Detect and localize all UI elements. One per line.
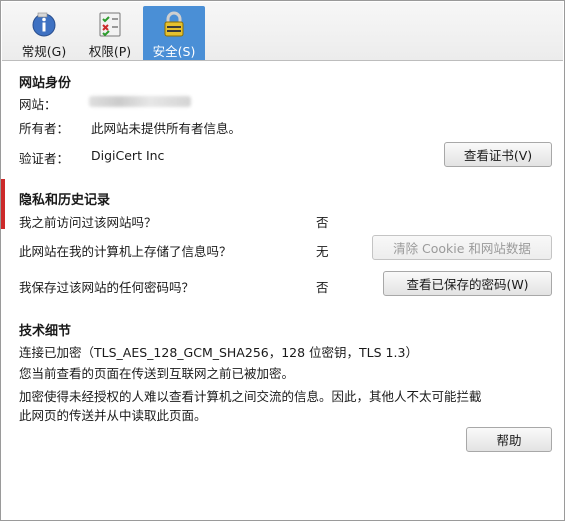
- tab-general-label: 常规(G): [21, 44, 67, 59]
- saved-password-answer: 否: [316, 280, 329, 295]
- view-saved-passwords-button[interactable]: 查看已保存的密码(W): [383, 271, 552, 296]
- tech-explanation-1: 加密使得未经授权的人难以查看计算机之间交流的信息。因此，其他人不太可能拦截: [19, 389, 482, 404]
- page-info-window: 常规(G) 权限(P) 安全(S) 网站身份 网站： 所有者： 此网站未提供所有…: [0, 0, 565, 521]
- stored-info-answer: 无: [316, 244, 329, 259]
- tab-toolbar: 常规(G) 权限(P) 安全(S): [2, 2, 563, 61]
- tech-connection: 连接已加密（TLS_AES_128_GCM_SHA256，128 位密钥，TLS…: [19, 345, 418, 360]
- tab-general[interactable]: 常规(G): [16, 6, 72, 60]
- website-label: 网站：: [19, 97, 57, 112]
- identity-title: 网站身份: [19, 76, 72, 91]
- tech-title: 技术细节: [19, 324, 72, 339]
- saved-password-question: 我保存过该网站的任何密码吗？: [19, 280, 195, 295]
- info-icon: [32, 12, 56, 37]
- verifier-label: 验证者：: [19, 151, 70, 166]
- tech-explanation-2: 此网页的传送并从中读取此页面。: [19, 408, 207, 423]
- owner-label: 所有者：: [19, 121, 70, 136]
- tab-permissions[interactable]: 权限(P): [82, 6, 138, 60]
- tech-encrypted-note: 您当前查看的页面在传送到互联网之前已被加密。: [19, 366, 295, 381]
- tab-permissions-label: 权限(P): [88, 44, 132, 59]
- view-certificate-button[interactable]: 查看证书(V): [444, 142, 552, 167]
- visited-answer: 否: [316, 215, 329, 230]
- window-edge-accent: [1, 179, 5, 229]
- tab-security[interactable]: 安全(S): [143, 6, 205, 60]
- permissions-icon: [99, 12, 121, 37]
- tab-security-label: 安全(S): [152, 44, 196, 59]
- lock-icon: [164, 11, 184, 37]
- owner-value: 此网站未提供所有者信息。: [91, 121, 242, 136]
- clear-cookies-button[interactable]: 清除 Cookie 和网站数据: [372, 235, 552, 260]
- help-button[interactable]: 帮助: [466, 427, 552, 452]
- privacy-title: 隐私和历史记录: [19, 193, 111, 208]
- stored-info-question: 此网站在我的计算机上存储了信息吗？: [19, 244, 232, 259]
- verifier-value: DigiCert Inc: [91, 148, 165, 163]
- visited-question: 我之前访问过该网站吗？: [19, 215, 157, 230]
- website-value-redacted: [89, 96, 191, 107]
- security-panel: 网站身份 网站： 所有者： 此网站未提供所有者信息。 验证者： DigiCert…: [1, 61, 564, 520]
